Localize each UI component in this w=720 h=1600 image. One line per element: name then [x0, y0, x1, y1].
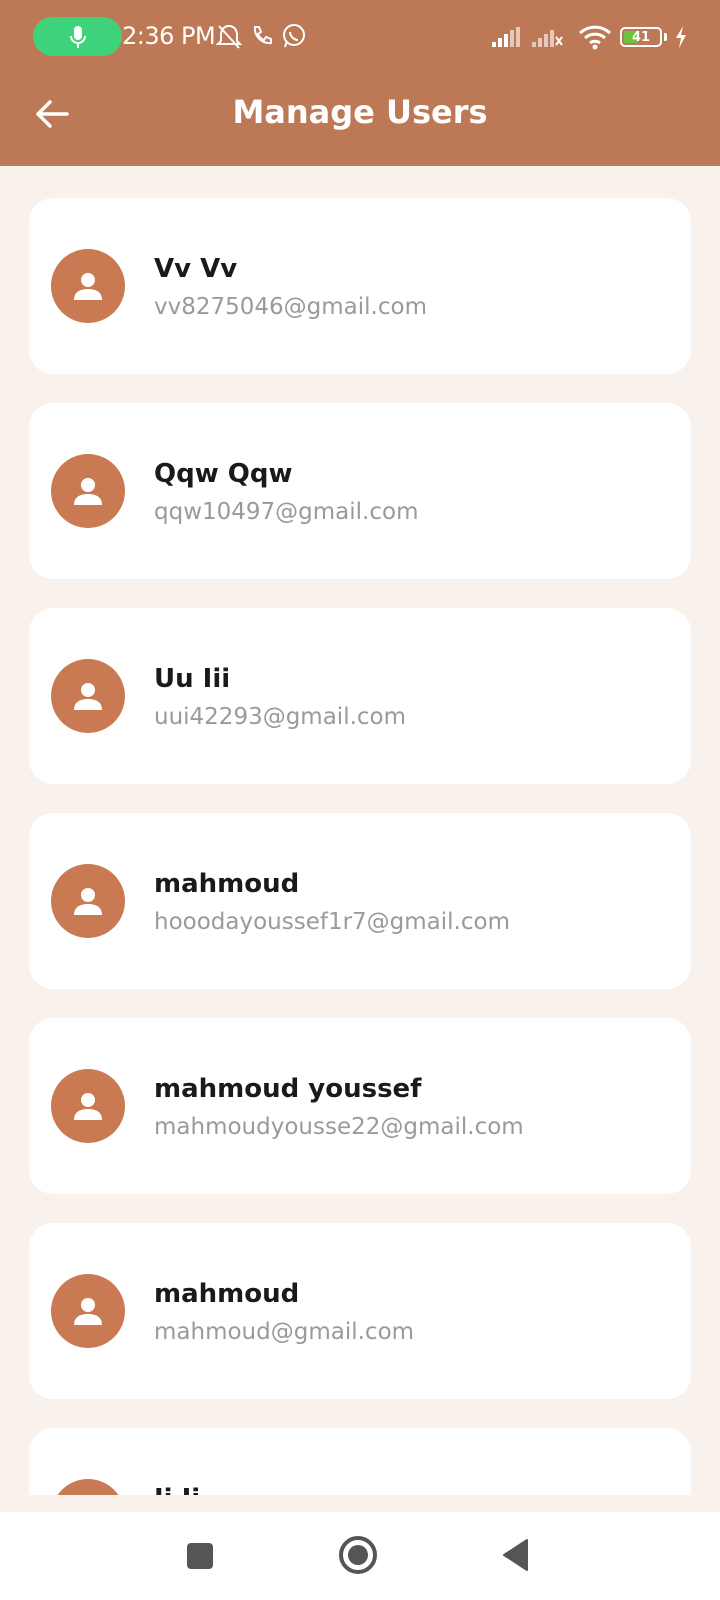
battery-icon: 41 [620, 27, 662, 47]
wifi-icon [578, 24, 612, 50]
person-icon [71, 1089, 105, 1123]
user-card[interactable]: mahmoud mahmoud@gmail.com [29, 1223, 691, 1399]
bell-off-icon [216, 23, 242, 51]
user-email: mahmoud@gmail.com [154, 1319, 414, 1345]
person-icon [71, 474, 105, 508]
avatar [51, 1274, 125, 1348]
back-nav-button[interactable] [490, 1530, 540, 1580]
user-card[interactable]: Uu Iii uui42293@gmail.com [29, 608, 691, 784]
person-icon [71, 884, 105, 918]
user-name: Vv Vv [154, 254, 237, 284]
user-card[interactable]: mahmoud hooodayoussef1r7@gmail.com [29, 813, 691, 989]
avatar [51, 249, 125, 323]
user-card[interactable]: mahmoud youssef mahmoudyousse22@gmail.co… [29, 1018, 691, 1194]
user-email: mahmoudyousse22@gmail.com [154, 1114, 524, 1140]
avatar [51, 454, 125, 528]
user-card[interactable]: Qqw Qqw qqw10497@gmail.com [29, 403, 691, 579]
battery-percent: 41 [632, 30, 650, 45]
user-name: Ii Ii [154, 1484, 200, 1495]
avatar [51, 1479, 125, 1495]
mic-icon [69, 25, 87, 49]
app-bar: 2:36 PM [0, 0, 720, 166]
avatar [51, 1069, 125, 1143]
signal-icon [492, 27, 522, 47]
user-name: Uu Iii [154, 664, 230, 694]
avatar [51, 864, 125, 938]
recents-square-icon [186, 1542, 214, 1570]
battery-tip [664, 33, 667, 41]
recents-button[interactable] [176, 1532, 224, 1580]
status-time: 2:36 PM [122, 22, 215, 50]
home-circle-icon [338, 1535, 378, 1575]
charging-icon [674, 25, 688, 49]
user-list[interactable]: Vv Vv vv8275046@gmail.com Qqw Qqw qqw104… [0, 166, 720, 1495]
user-card[interactable]: Vv Vv vv8275046@gmail.com [29, 198, 691, 374]
person-icon [71, 679, 105, 713]
user-name: mahmoud [154, 869, 299, 899]
home-button[interactable] [333, 1530, 383, 1580]
status-bar: 2:36 PM [0, 0, 720, 74]
user-name: mahmoud youssef [154, 1074, 422, 1104]
avatar [51, 659, 125, 733]
system-nav-bar [0, 1512, 720, 1600]
mic-indicator[interactable] [33, 17, 122, 56]
whatsapp-icon [281, 23, 307, 49]
user-name: mahmoud [154, 1279, 299, 1309]
phone-icon [250, 24, 274, 48]
page-title: Manage Users [0, 93, 720, 131]
user-name: Qqw Qqw [154, 459, 293, 489]
user-card[interactable]: Ii Ii [29, 1428, 691, 1495]
user-email: qqw10497@gmail.com [154, 499, 419, 525]
user-email: hooodayoussef1r7@gmail.com [154, 909, 510, 935]
signal-no-service-icon [532, 27, 564, 47]
user-email: vv8275046@gmail.com [154, 294, 427, 320]
person-icon [71, 1294, 105, 1328]
user-email: uui42293@gmail.com [154, 704, 406, 730]
person-icon [71, 269, 105, 303]
back-triangle-icon [501, 1538, 529, 1572]
